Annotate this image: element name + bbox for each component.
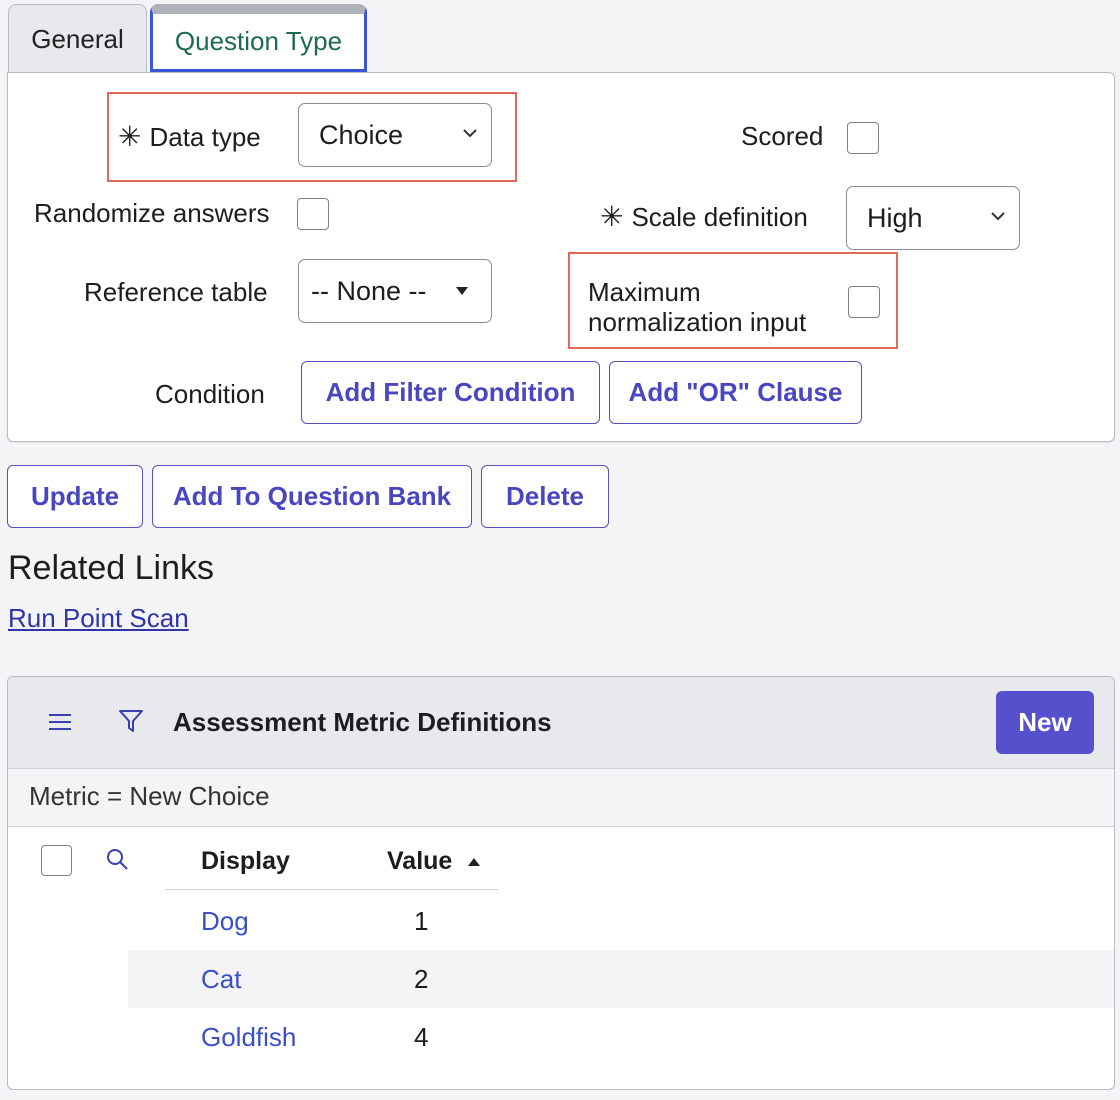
chevron-down-icon (991, 212, 1005, 221)
add-or-clause-button[interactable]: Add "OR" Clause (609, 361, 862, 424)
delete-button[interactable]: Delete (481, 465, 609, 528)
scale-definition-label: ✳ Scale definition (600, 201, 808, 232)
tab-general[interactable]: General (8, 4, 147, 74)
max-normalization-label: Maximum normalization input (588, 277, 807, 337)
filter-condition-text[interactable]: Metric = New Choice (29, 781, 270, 812)
select-all-checkbox[interactable] (41, 845, 72, 876)
required-asterisk-icon: ✳ (118, 121, 142, 152)
question-type-form: ✳ Data type Choice Scored Randomize answe… (7, 72, 1115, 442)
cell-display[interactable]: Cat (201, 964, 241, 995)
data-type-label: ✳ Data type (118, 121, 261, 152)
assessment-metric-list: Assessment Metric Definitions New Metric… (7, 676, 1115, 1090)
table-row: Cat 2 (128, 950, 1114, 1008)
filter-breadcrumb: Metric = New Choice (8, 769, 1114, 827)
randomize-answers-label: Randomize answers (34, 198, 270, 228)
cell-value: 4 (414, 1022, 429, 1052)
cell-value: 2 (414, 964, 429, 994)
add-filter-condition-button[interactable]: Add Filter Condition (301, 361, 600, 424)
randomize-answers-checkbox[interactable] (297, 198, 329, 230)
scale-definition-select[interactable]: High (846, 186, 1020, 250)
column-header-value[interactable]: Value (387, 847, 481, 876)
scored-label: Scored (741, 121, 824, 151)
reference-table-label: Reference table (84, 277, 268, 307)
tab-question-type[interactable]: Question Type (150, 4, 367, 72)
new-button[interactable]: New (996, 691, 1094, 754)
caret-down-icon (456, 287, 468, 295)
table-row: Dog 1 (128, 892, 1114, 950)
scale-definition-value: High (867, 202, 923, 233)
list-header: Assessment Metric Definitions New (8, 677, 1114, 769)
max-normalization-checkbox[interactable] (848, 286, 880, 318)
reference-table-value: -- None -- (311, 275, 427, 306)
add-to-question-bank-button[interactable]: Add To Question Bank (152, 465, 472, 528)
cell-display[interactable]: Goldfish (201, 1022, 296, 1053)
cell-value: 1 (414, 906, 429, 936)
hamburger-menu-icon[interactable] (48, 713, 72, 731)
data-type-value: Choice (319, 119, 404, 150)
update-button[interactable]: Update (7, 465, 143, 528)
column-header-display[interactable]: Display (201, 847, 290, 876)
tab-question-type-label: Question Type (174, 26, 343, 56)
run-point-scan-link[interactable]: Run Point Scan (8, 603, 189, 634)
chevron-down-icon (463, 129, 477, 138)
condition-label: Condition (155, 379, 265, 409)
list-title: Assessment Metric Definitions (173, 707, 552, 737)
tab-general-label: General (31, 24, 124, 54)
related-links-heading: Related Links (8, 549, 215, 587)
data-type-select[interactable]: Choice (298, 103, 492, 167)
search-icon[interactable] (105, 847, 129, 871)
scored-checkbox[interactable] (847, 122, 879, 154)
required-asterisk-icon: ✳ (600, 201, 624, 232)
header-divider (165, 889, 498, 890)
filter-funnel-icon[interactable] (118, 708, 144, 734)
table-row: Goldfish 4 (128, 1008, 1114, 1066)
cell-display[interactable]: Dog (201, 906, 249, 937)
sort-ascending-icon (468, 858, 481, 867)
reference-table-select[interactable]: -- None -- (298, 259, 492, 323)
